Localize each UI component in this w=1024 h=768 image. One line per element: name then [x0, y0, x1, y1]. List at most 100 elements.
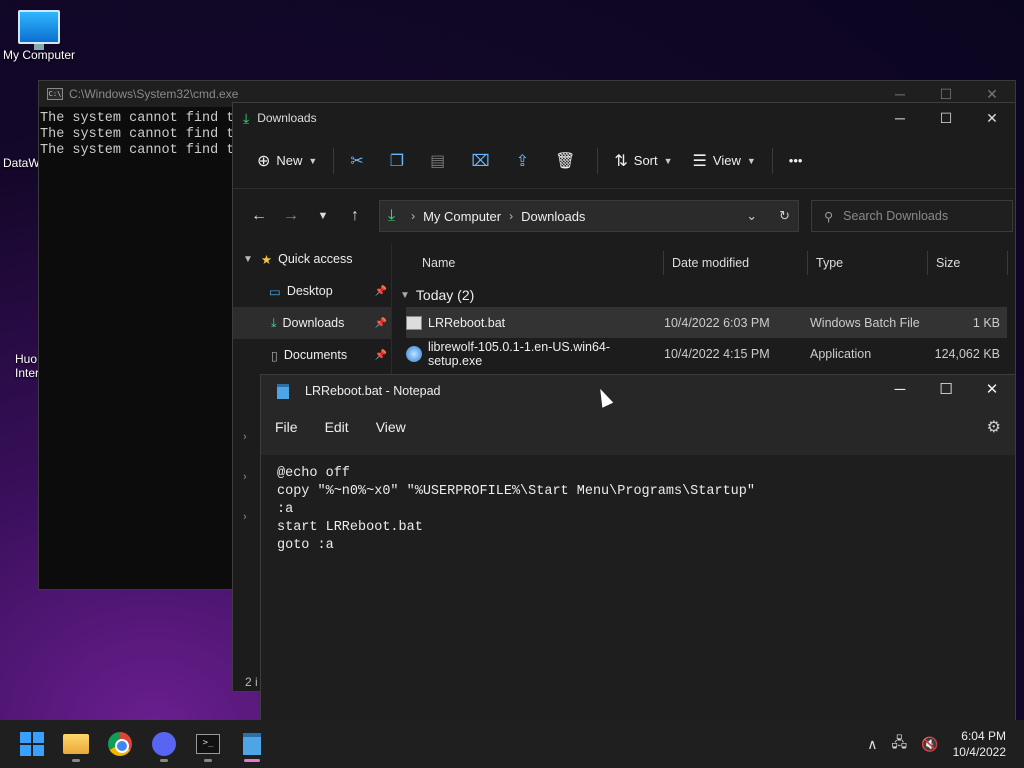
- breadcrumb-downloads[interactable]: Downloads: [521, 209, 585, 224]
- minimize-button[interactable]: ─: [877, 375, 923, 405]
- taskbar-terminal[interactable]: >_: [186, 724, 230, 764]
- sort-icon: ⇅: [614, 152, 628, 170]
- column-date-modified[interactable]: Date modified: [664, 251, 808, 275]
- taskbar-file-explorer[interactable]: [54, 724, 98, 764]
- navigation-row: ← → ▼ ↑ ⤓ › My Computer › Downloads ⌄ ↻ …: [233, 189, 1015, 243]
- taskbar-chrome[interactable]: [98, 724, 142, 764]
- explorer-title-bar[interactable]: ⤓ Downloads ─ ☐ ✕: [233, 103, 1015, 133]
- recent-chevron-icon[interactable]: ▼: [307, 210, 339, 222]
- copy-button[interactable]: ❐: [380, 145, 420, 177]
- sidebar-item-documents[interactable]: ▯ Documents 📌: [233, 339, 391, 371]
- desktop-icon-partial-2[interactable]: Huo Inter: [15, 352, 39, 380]
- copy-icon: ❐: [389, 152, 405, 170]
- pin-icon: 📌: [374, 317, 387, 329]
- clipboard-icon: ▤: [430, 152, 446, 170]
- sort-button[interactable]: ⇅ Sort ▼: [604, 145, 682, 177]
- minimize-button[interactable]: ─: [877, 103, 923, 133]
- sidebar-item-label: Desktop: [286, 284, 333, 298]
- status-bar: 2 i: [245, 675, 258, 689]
- view-button[interactable]: ☰ View ▼: [683, 145, 766, 177]
- close-button[interactable]: ✕: [969, 103, 1015, 133]
- maximize-button[interactable]: ☐: [923, 375, 969, 405]
- sidebar-item-quick-access[interactable]: ▼ ★ Quick access: [233, 243, 391, 275]
- chevron-down-icon: ▼: [308, 155, 318, 166]
- speaker-muted-icon[interactable]: 🔇: [921, 736, 938, 753]
- file-size: 124,062 KB: [934, 346, 1000, 361]
- desktop-icon-label: My Computer: [2, 48, 76, 62]
- view-list-icon: ☰: [692, 152, 707, 170]
- new-button[interactable]: ⊕ New ▼: [247, 145, 327, 177]
- sort-label: Sort: [633, 153, 658, 168]
- network-icon[interactable]: 🖧: [892, 732, 908, 756]
- file-type: Application: [810, 346, 872, 361]
- group-label: Today (2): [415, 287, 475, 303]
- address-bar[interactable]: ⤓ › My Computer › Downloads ⌄ ↻: [379, 200, 799, 232]
- column-size[interactable]: Size: [928, 251, 1008, 275]
- delete-button[interactable]: 🗑: [545, 145, 591, 177]
- rename-button[interactable]: ⌧: [461, 145, 505, 177]
- desktop-icon-my-computer[interactable]: My Computer: [0, 10, 78, 62]
- notepad-text-area[interactable]: @echo off copy "%~n0%~x0" "%USERPROFILE%…: [261, 455, 1015, 723]
- column-headers: Name Date modified Type Size: [392, 243, 1015, 283]
- up-arrow-icon[interactable]: ↑: [339, 207, 371, 225]
- address-history-chevron-icon[interactable]: ⌄: [746, 208, 757, 224]
- chevron-right-icon: ›: [509, 209, 514, 223]
- chevron-down-icon: ▼: [663, 155, 673, 166]
- notepad-menu-bar: File Edit View ⚙: [261, 407, 1015, 447]
- column-type[interactable]: Type: [808, 251, 928, 275]
- terminal-icon: >_: [196, 734, 220, 754]
- download-icon: ⤓: [243, 109, 250, 126]
- notepad-title-bar[interactable]: LRReboot.bat - Notepad ─ ☐ ✕: [261, 375, 1015, 407]
- maximize-button[interactable]: ☐: [923, 103, 969, 133]
- expand-chevron-icon[interactable]: ›: [243, 431, 247, 443]
- expand-chevron-icon[interactable]: ›: [243, 471, 247, 483]
- clock-date: 10/4/2022: [952, 745, 1006, 759]
- librewolf-icon: [406, 345, 422, 362]
- new-label: New: [276, 153, 303, 168]
- chevron-down-icon: ▼: [400, 289, 410, 301]
- file-date: 10/4/2022 6:03 PM: [664, 315, 770, 330]
- search-icon: ⚲: [824, 209, 834, 224]
- group-header[interactable]: ▼ Today (2): [392, 283, 1015, 307]
- sidebar-item-downloads[interactable]: ⤓ Downloads 📌: [233, 307, 391, 339]
- star-icon: ★: [260, 252, 273, 267]
- sidebar-item-desktop[interactable]: ▭ Desktop 📌: [233, 275, 391, 307]
- search-placeholder: Search Downloads: [843, 209, 949, 223]
- expand-chevron-icon[interactable]: ›: [243, 511, 247, 523]
- taskbar-discord[interactable]: [142, 724, 186, 764]
- search-input[interactable]: ⚲ Search Downloads: [811, 200, 1013, 232]
- file-row[interactable]: librewolf-105.0.1-1.en-US.win64-setup.ex…: [406, 338, 1007, 369]
- cut-button[interactable]: ✂: [340, 145, 379, 177]
- rename-icon: ⌧: [471, 152, 490, 170]
- chevron-up-icon[interactable]: ∧: [867, 736, 877, 753]
- forward-arrow-icon[interactable]: →: [275, 207, 307, 225]
- taskbar: >_ ∧ 🖧 🔇 6:04 PM 10/4/2022: [0, 720, 1024, 768]
- more-options-button[interactable]: •••: [779, 145, 813, 177]
- menu-edit[interactable]: Edit: [325, 419, 349, 435]
- file-row[interactable]: LRReboot.bat 10/4/2022 6:03 PM Windows B…: [406, 307, 1007, 338]
- column-name[interactable]: Name: [392, 251, 664, 275]
- notepad-window[interactable]: LRReboot.bat - Notepad ─ ☐ ✕ File Edit V…: [260, 374, 1016, 724]
- file-size: 1 KB: [972, 315, 1000, 330]
- start-button[interactable]: [10, 724, 54, 764]
- desktop-icon-partial[interactable]: DataW: [3, 156, 40, 170]
- breadcrumb-my-computer[interactable]: My Computer: [423, 209, 501, 224]
- taskbar-notepad[interactable]: [230, 724, 274, 764]
- menu-view[interactable]: View: [376, 419, 406, 435]
- menu-file[interactable]: File: [275, 419, 298, 435]
- notepad-icon: [277, 383, 289, 399]
- chrome-icon: [108, 732, 132, 756]
- share-button[interactable]: ⇪: [506, 145, 545, 177]
- refresh-icon[interactable]: ↻: [779, 208, 790, 224]
- monitor-icon: [18, 10, 60, 50]
- folder-icon: [63, 734, 89, 754]
- plus-circle-icon: ⊕: [257, 152, 271, 170]
- clock[interactable]: 6:04 PM 10/4/2022: [953, 728, 1006, 760]
- sidebar-item-label: Quick access: [278, 252, 353, 266]
- settings-gear-icon[interactable]: ⚙: [987, 417, 1001, 437]
- close-button[interactable]: ✕: [969, 375, 1015, 405]
- divider: [597, 147, 599, 174]
- system-tray: ∧ 🖧 🔇 6:04 PM 10/4/2022: [867, 720, 1024, 768]
- paste-button[interactable]: ▤: [420, 145, 461, 177]
- back-arrow-icon[interactable]: ←: [243, 207, 275, 225]
